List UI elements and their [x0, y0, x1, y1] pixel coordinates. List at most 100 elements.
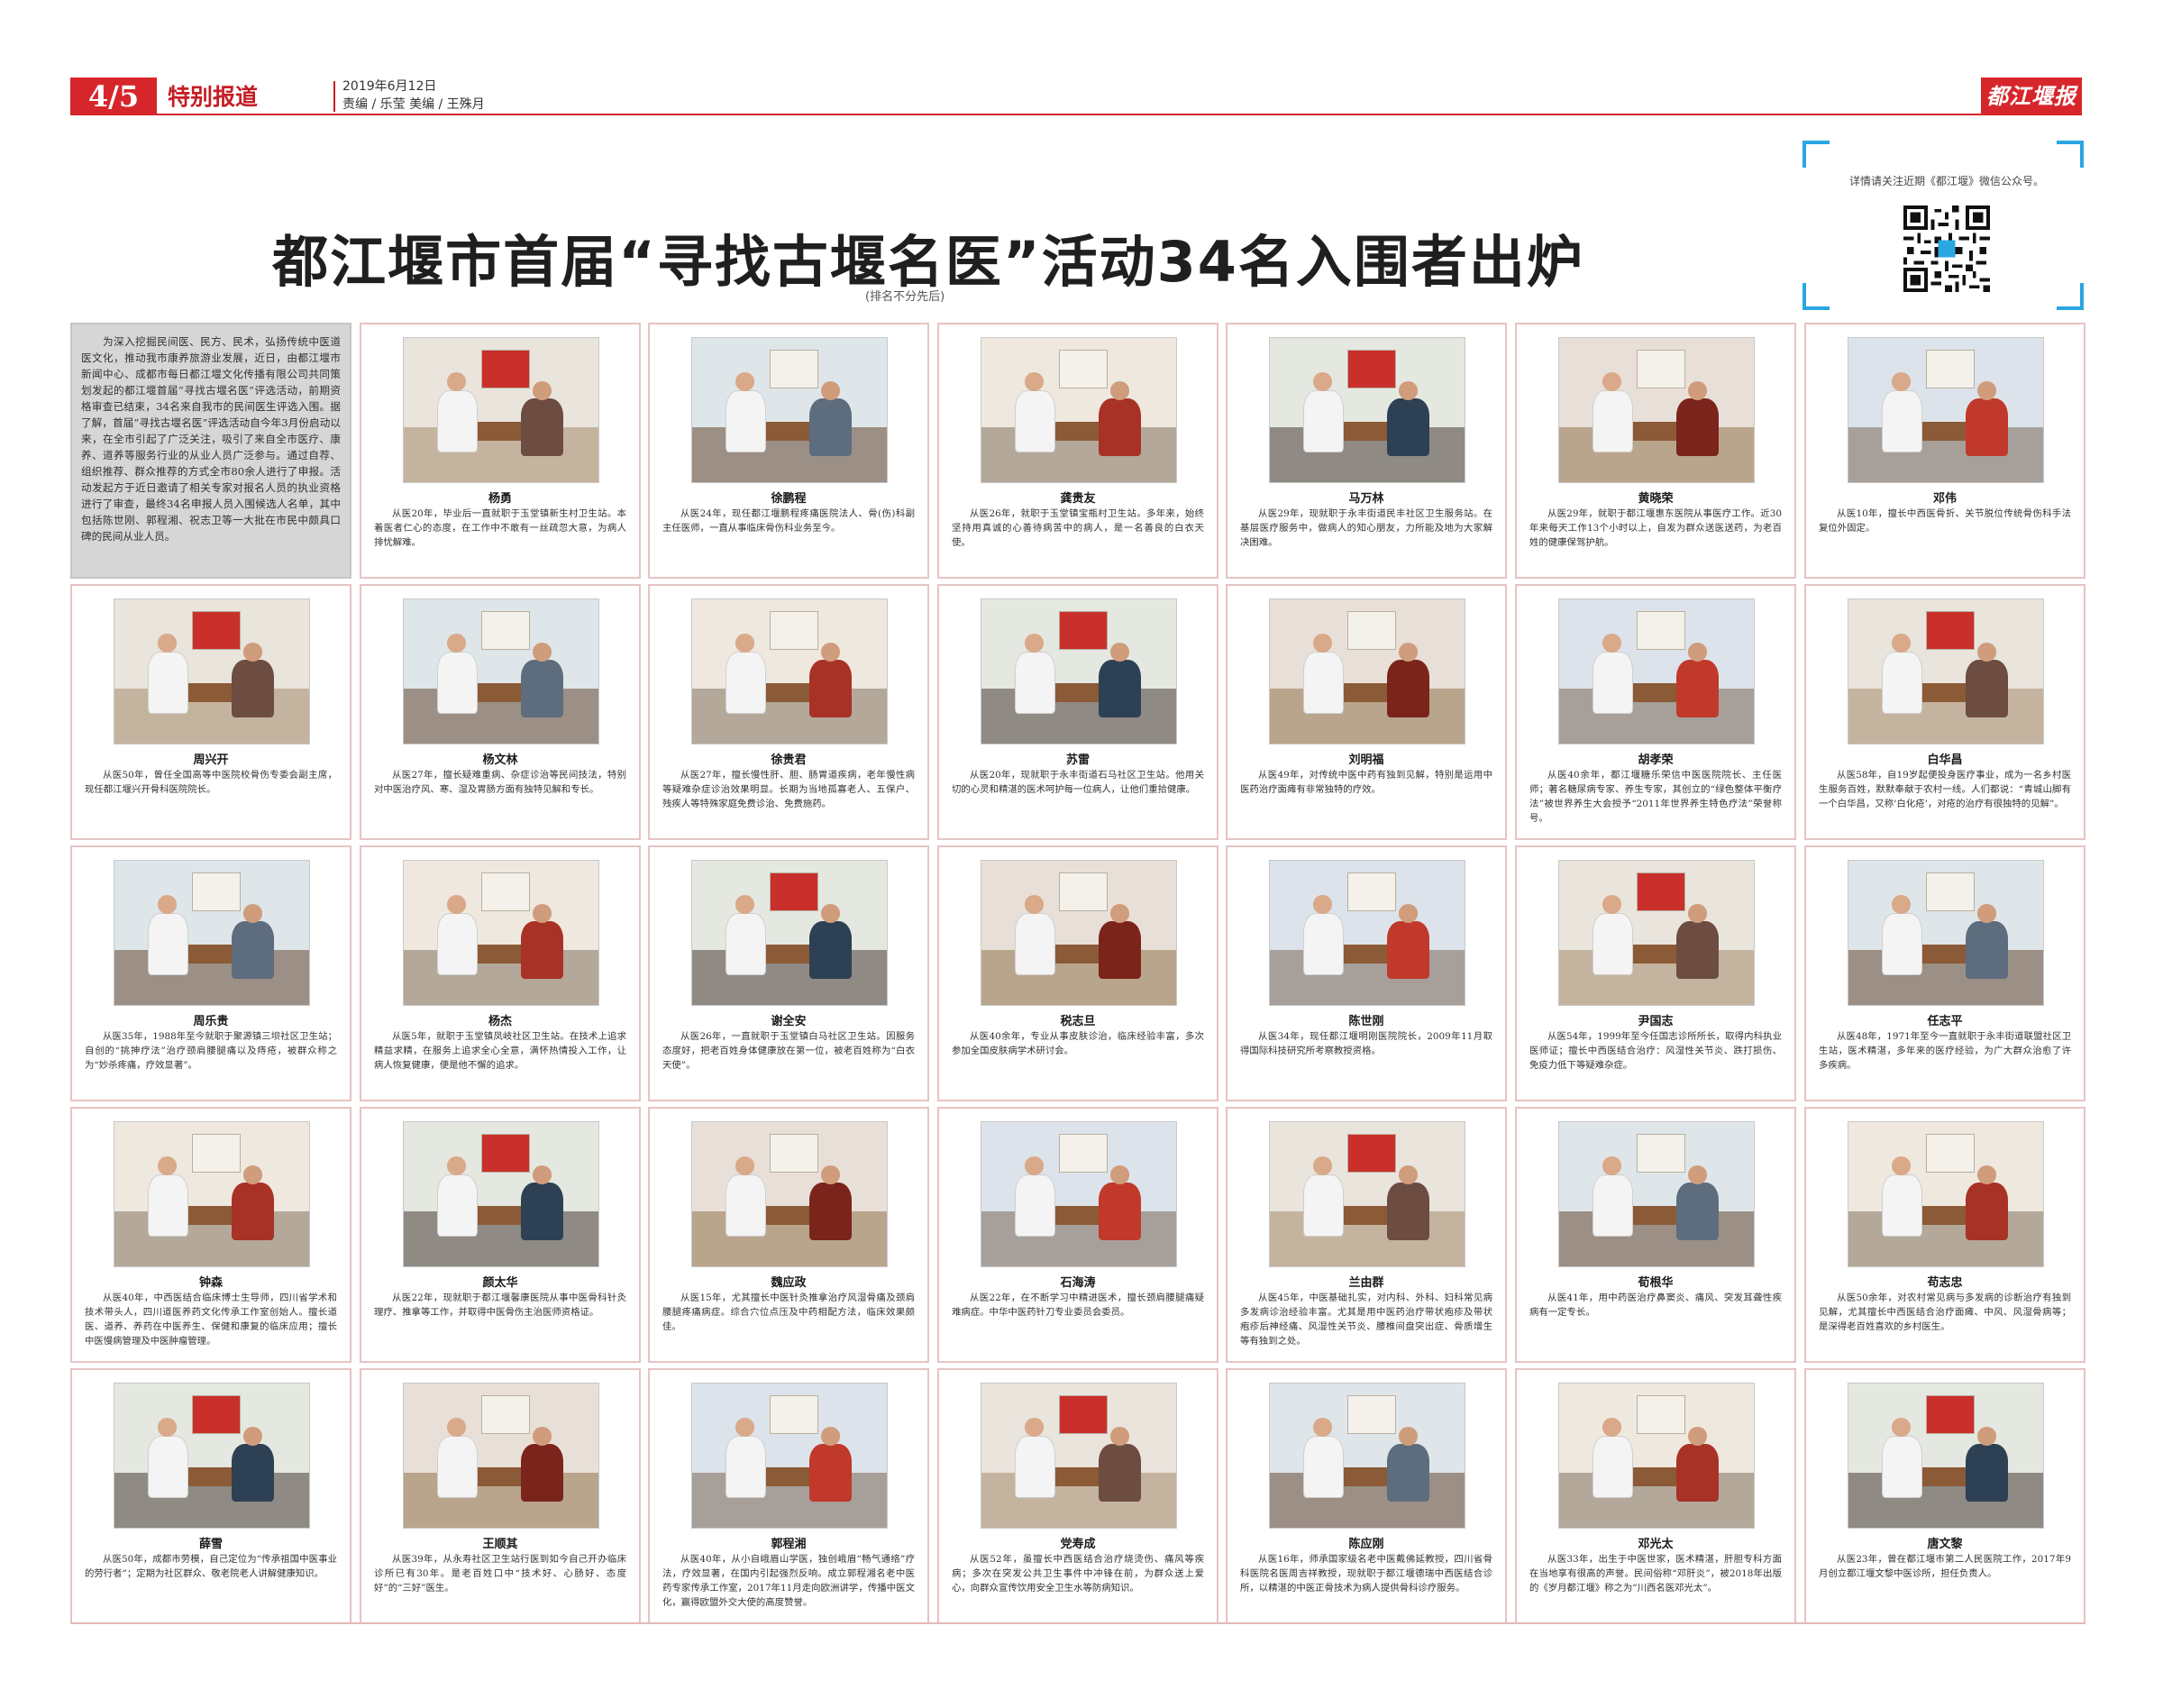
candidate-card: 兰由群 从医45年，中医基础扎实，对内科、外科、妇科常见病多发病诊治经验丰富。尤其…: [1226, 1107, 1507, 1363]
photo-wall-sign: [192, 872, 242, 912]
candidate-name: 龚贵友: [1060, 492, 1096, 506]
photo-doctor-head: [157, 1418, 178, 1438]
photo-doctor-figure: [725, 389, 766, 452]
candidate-description: 从医41年，用中药医治疗鼻窦炎、痛风、突发耳聋性疾病有一定专长。: [1529, 1292, 1782, 1318]
photo-doctor-figure: [1302, 912, 1344, 975]
photo-doctor-figure: [725, 1174, 766, 1237]
photo-wall-sign: [1347, 872, 1397, 912]
candidate-photo: [403, 1121, 599, 1267]
candidate-card: 党寿成 从医52年，虽擅长中西医结合治疗烧烫伤、痛风等疾病；多次在突发公共卫生事件…: [937, 1368, 1218, 1624]
intro-article: 为深入挖掘民间医、民方、民术，弘扬传统中医道医文化，推动我市康养旅游业发展，近日…: [70, 323, 351, 579]
candidate-photo: [1848, 1121, 2044, 1267]
candidate-description: 从医29年，现就职于永丰街道民丰社区卫生服务站。在基层医疗服务中，做病人的知心朋…: [1240, 508, 1492, 548]
candidate-description: 从医52年，虽擅长中西医结合治疗烧烫伤、痛风等疾病；多次在突发公共卫生事件中冲锋…: [952, 1554, 1204, 1594]
candidate-card: 苟志忠 从医50余年，对农村常见病与多发病的诊断治疗有独到见解，尤其擅长中西医结合…: [1804, 1107, 2085, 1363]
photo-patient-head: [1109, 381, 1130, 400]
candidate-name: 白华昌: [1927, 754, 1963, 767]
photo-doctor-head: [1312, 895, 1333, 915]
qr-code-icon[interactable]: [1903, 206, 1990, 292]
photo-patient-figure: [808, 921, 853, 980]
photo-wall-sign: [1926, 1133, 1976, 1174]
candidate-card: 任志平 从医48年，1971年至今一直就职于永丰街道联盟社区卫生站，医术精湛，多年…: [1804, 845, 2085, 1101]
photo-doctor-figure: [1592, 912, 1633, 975]
photo-doctor-figure: [1881, 1435, 1922, 1498]
candidate-card: 薛雪 从医50年，成都市劳模，自己定位为“传承祖国中医事业的劳行者”；定期为社区群…: [70, 1368, 351, 1624]
candidate-name: 苏雷: [1065, 754, 1090, 767]
qr-block: 详情请关注近期《都江堰》微信公众号。: [1802, 141, 2084, 310]
divider: [333, 81, 335, 112]
candidate-photo: [981, 598, 1177, 744]
candidate-photo: [1269, 1121, 1465, 1267]
photo-patient-figure: [1675, 1444, 1720, 1502]
candidate-card: 陈世刚 从医34年，现任都江堰明刚医院院长，2009年11月取得国际科技研究所考察…: [1226, 845, 1507, 1101]
photo-doctor-head: [1602, 1418, 1622, 1438]
candidate-description: 从医39年，从永寿社区卫生站行医到如今自己开办临床诊所已有30年。是老百姓口中“…: [374, 1554, 626, 1594]
candidate-photo: [981, 1383, 1177, 1529]
photo-doctor-figure: [1302, 1435, 1344, 1498]
candidate-name: 魏应政: [771, 1276, 807, 1290]
photo-wall-sign: [1059, 872, 1109, 912]
photo-patient-head: [1398, 381, 1419, 400]
photo-patient-figure: [1386, 921, 1430, 980]
page-title: 都江堰市首届“寻找古堰名医”活动34名入围者出炉: [272, 229, 1584, 295]
photo-patient-head: [1976, 904, 1997, 923]
photo-patient-figure: [520, 921, 564, 980]
photo-wall-sign: [1637, 1394, 1686, 1435]
candidate-name: 胡孝荣: [1638, 754, 1674, 767]
candidate-photo: [1558, 1383, 1755, 1529]
candidate-name: 周兴开: [193, 754, 229, 767]
photo-doctor-figure: [1592, 651, 1633, 714]
candidate-photo: [1848, 598, 2044, 744]
candidate-photo: [1269, 1383, 1465, 1529]
photo-wall-sign: [1926, 1394, 1976, 1435]
photo-patient-figure: [1098, 1183, 1142, 1241]
photo-doctor-head: [446, 634, 467, 653]
candidate-card: 周兴开 从医50年，曾任全国高等中医院校骨伤专委会副主席，现任都江堰兴开骨科医院院…: [70, 584, 351, 840]
candidate-description: 从医40年，从小自峨眉山学医，独创峨眉“畅气通络”疗法，疗效显著，在国内引起强烈…: [662, 1554, 915, 1608]
candidate-description: 从医58年，自19岁起便投身医疗事业，成为一名乡村医生服务百姓，默默奉献于农村一…: [1819, 770, 2071, 809]
photo-wall-sign: [481, 1394, 531, 1435]
photo-patient-head: [820, 381, 841, 400]
photo-wall-sign: [481, 349, 531, 389]
candidate-photo: [114, 1383, 310, 1529]
candidate-photo: [1848, 860, 2044, 1006]
candidate-card: 唐文黎 从医23年，曾在都江堰市第二人民医院工作，2017年9月创立都江堰文黎中医…: [1804, 1368, 2085, 1624]
candidate-photo: [1558, 598, 1755, 744]
photo-patient-figure: [1675, 1183, 1720, 1241]
candidate-card: 龚贵友 从医26年，就职于玉堂镇宝瓶村卫生站。多年来，始终坚持用真诚的心善待病苦中…: [937, 323, 1218, 579]
candidate-name: 杨杰: [488, 1015, 512, 1028]
photo-patient-head: [242, 643, 263, 662]
photo-doctor-figure: [436, 651, 478, 714]
photo-doctor-head: [1891, 895, 1912, 915]
candidate-description: 从医35年，1988年至今就职于聚源镇三坝社区卫生站；自创的“挑抻疗法”治疗颈肩…: [85, 1031, 337, 1071]
photo-patient-head: [820, 904, 841, 923]
candidate-card: 税志旦 从医40余年，专业从事皮肤诊治，临床经验丰富，多次参加全国皮肤病学术研讨会…: [937, 845, 1218, 1101]
photo-patient-head: [532, 1165, 552, 1184]
photo-patient-figure: [231, 1183, 275, 1241]
candidate-card: 尹国志 从医54年，1999年至今任国志诊所所长，取得内科执业医师证；擅长中西医结…: [1515, 845, 1796, 1101]
photo-doctor-head: [1602, 1156, 1622, 1176]
photo-doctor-figure: [1014, 1435, 1055, 1498]
photo-doctor-figure: [436, 389, 478, 452]
candidate-description: 从医15年，尤其擅长中医针灸推拿治疗风湿骨痛及颈肩腰腿疼痛病症。综合穴位点压及中…: [662, 1292, 915, 1332]
photo-wall-sign: [1637, 610, 1686, 651]
candidate-description: 从医50年，成都市劳模，自己定位为“传承祖国中医事业的劳行者”；定期为社区群众、…: [85, 1554, 337, 1579]
photo-patient-figure: [1965, 921, 2009, 980]
photo-wall-sign: [1059, 1133, 1109, 1174]
photo-doctor-head: [1312, 1418, 1333, 1438]
candidate-name: 尹国志: [1638, 1015, 1674, 1028]
photo-patient-head: [532, 381, 552, 400]
candidate-description: 从医49年，对传统中医中药有独到见解，特别是运用中医药治疗面瘫有非常独特的疗效。: [1240, 770, 1492, 795]
photo-patient-figure: [520, 660, 564, 718]
photo-doctor-figure: [1014, 651, 1055, 714]
photo-wall-sign: [770, 1133, 819, 1174]
candidate-photo: [691, 1121, 888, 1267]
photo-patient-head: [1109, 643, 1130, 662]
photo-doctor-figure: [147, 912, 188, 975]
candidate-card: 马万林 从医29年，现就职于永丰街道民丰社区卫生服务站。在基层医疗服务中，做病人的…: [1226, 323, 1507, 579]
photo-patient-head: [820, 643, 841, 662]
photo-patient-head: [1687, 643, 1708, 662]
photo-patient-head: [1398, 643, 1419, 662]
photo-patient-figure: [231, 1444, 275, 1502]
photo-doctor-head: [1024, 895, 1045, 915]
